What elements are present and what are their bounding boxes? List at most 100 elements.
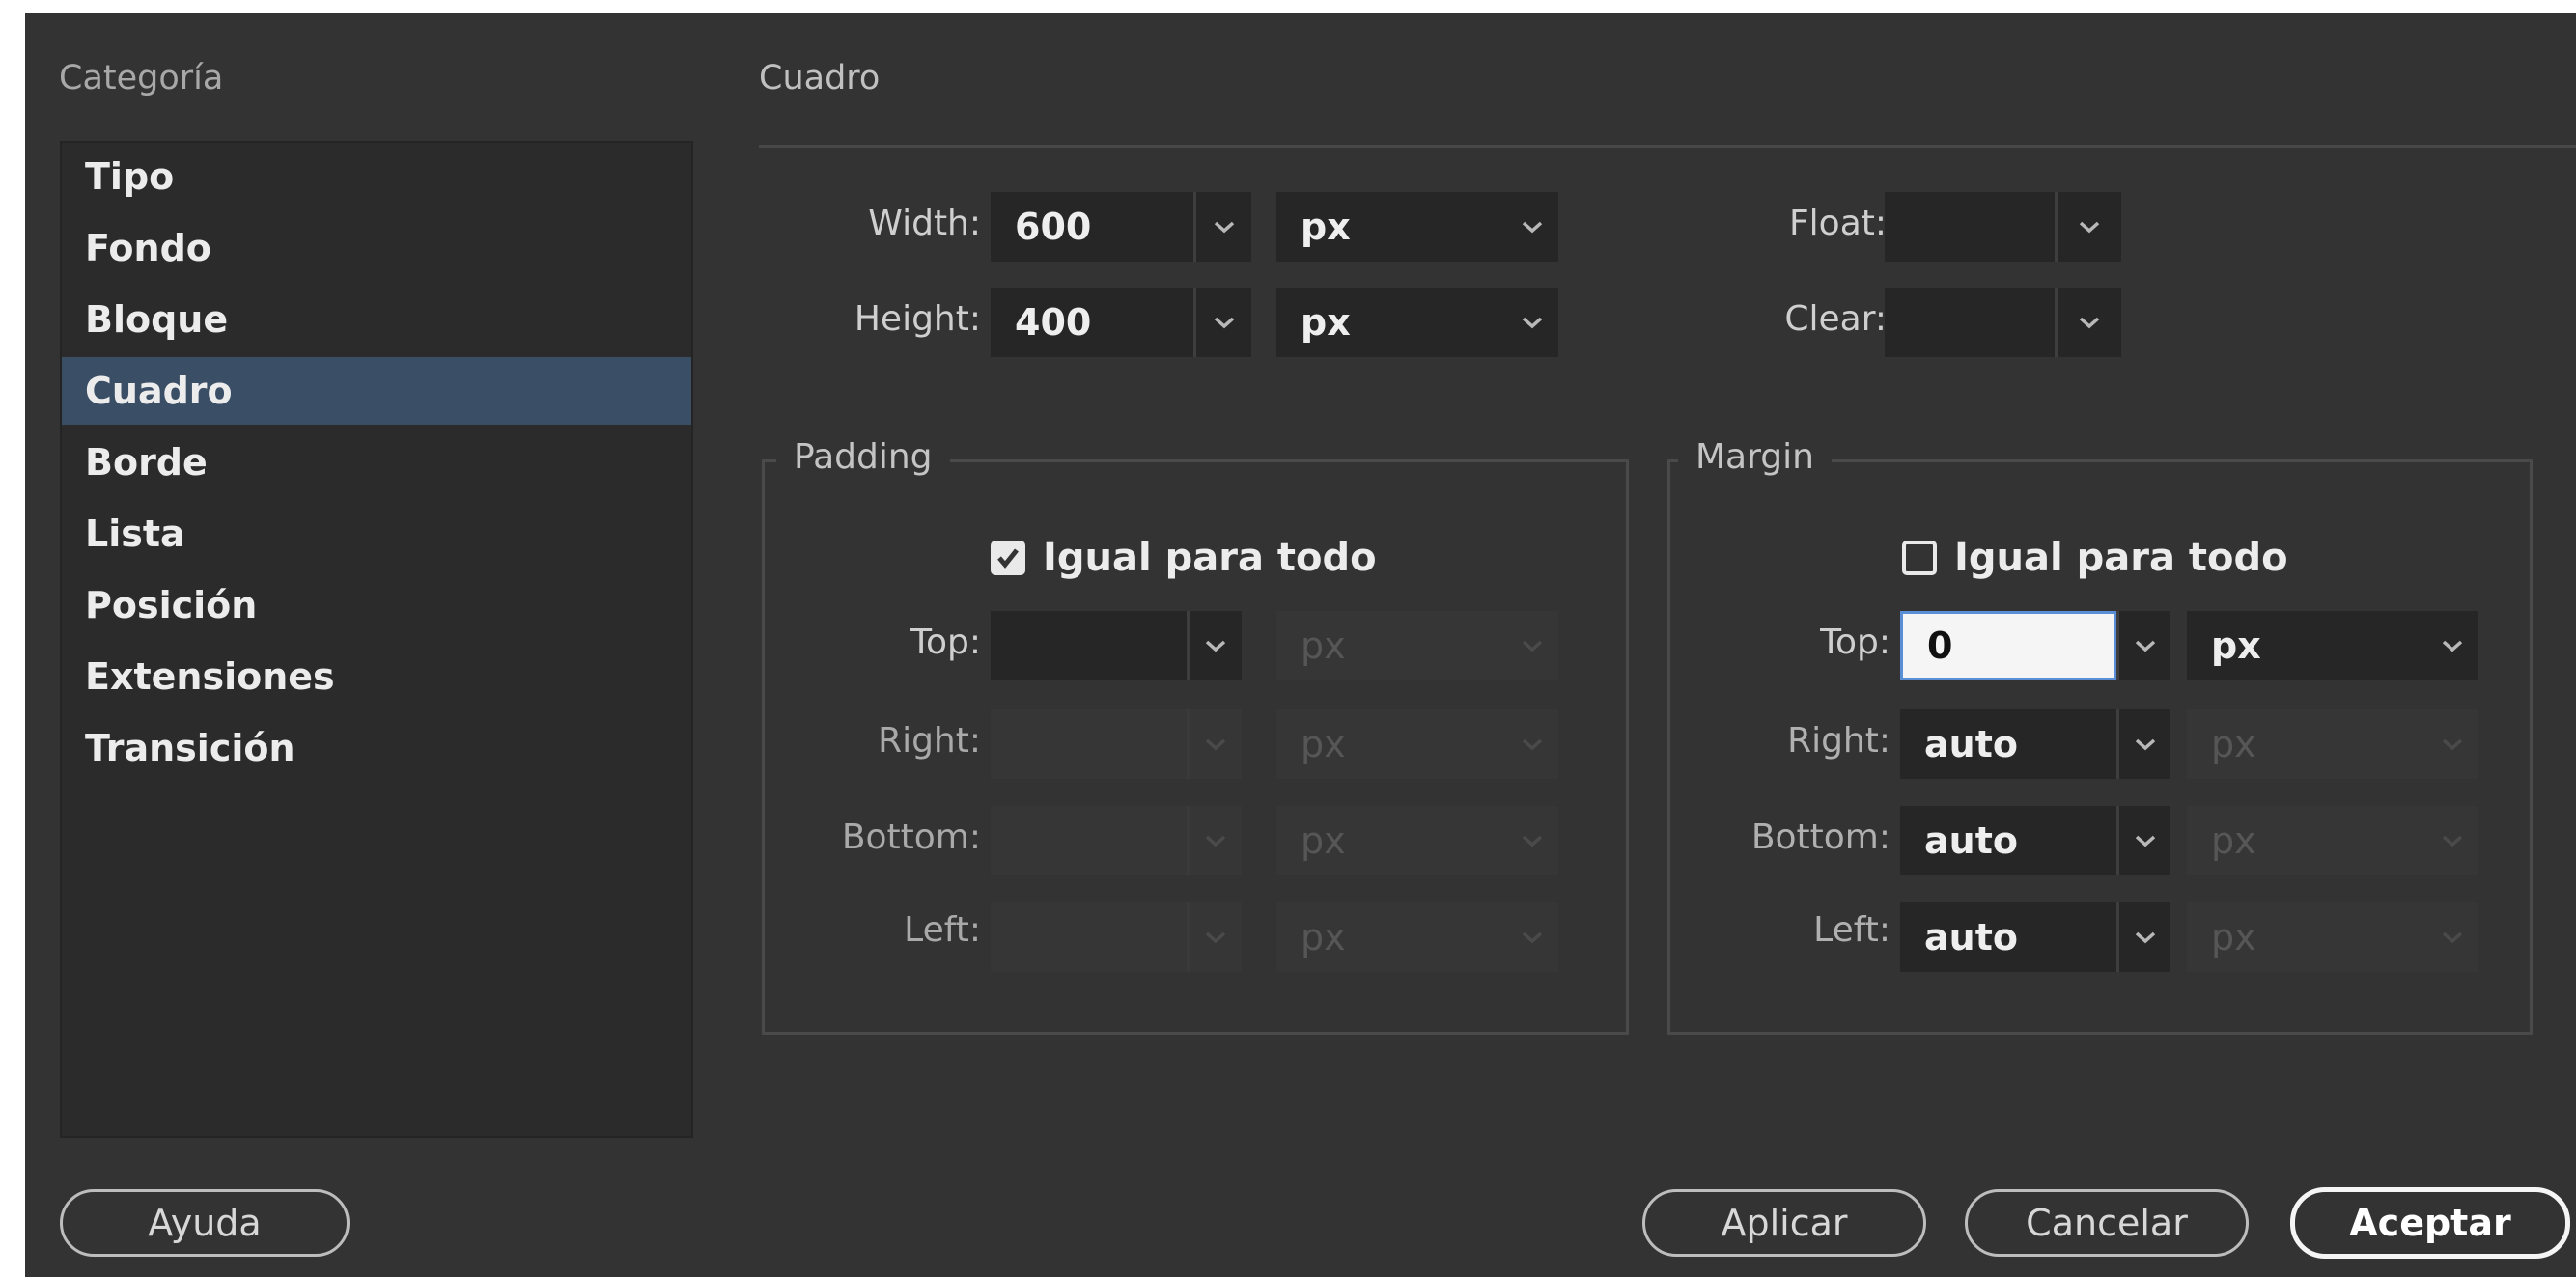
margin-left-label: Left: [1813, 910, 1890, 950]
padding-right-label: Right: [878, 721, 981, 761]
help-button[interactable]: Ayuda [60, 1189, 350, 1257]
padding-left-unit-value: px [1276, 902, 1505, 972]
padding-legend: Padding [776, 437, 950, 477]
width-combo[interactable]: 600 [991, 192, 1251, 262]
margin-bottom-combo[interactable]: auto [1900, 806, 2170, 875]
chevron-down-icon [2425, 806, 2478, 875]
margin-legend: Margin [1678, 437, 1832, 477]
category-item-posicion[interactable]: Posición [62, 571, 691, 639]
chevron-down-icon[interactable] [2058, 192, 2121, 262]
padding-top-unit-select: px [1276, 611, 1558, 680]
padding-top-unit-value: px [1276, 611, 1505, 680]
margin-top-combo[interactable]: 0 [1900, 611, 2170, 680]
width-label: Width: [868, 204, 981, 243]
margin-top-input[interactable]: 0 [1900, 611, 2116, 680]
margin-left-unit-select: px [2187, 902, 2478, 972]
category-title: Categoría [59, 59, 224, 97]
margin-same-for-all-checkbox[interactable]: Igual para todo [1902, 536, 2288, 580]
padding-right-unit-select: px [1276, 709, 1558, 779]
category-item-fondo[interactable]: Fondo [62, 214, 691, 282]
category-item-extensiones[interactable]: Extensiones [62, 643, 691, 710]
padding-same-for-all-checkbox[interactable]: Igual para todo [991, 536, 1377, 580]
margin-right-label: Right: [1787, 721, 1890, 761]
margin-right-unit-select: px [2187, 709, 2478, 779]
float-select[interactable] [1885, 192, 2121, 262]
chevron-down-icon [1190, 709, 1242, 779]
chevron-down-icon[interactable] [1196, 192, 1251, 262]
category-item-transicion[interactable]: Transición [62, 714, 691, 782]
margin-left-unit-value: px [2187, 902, 2425, 972]
padding-left-unit-select: px [1276, 902, 1558, 972]
margin-bottom-label: Bottom: [1750, 818, 1890, 857]
cancel-button[interactable]: Cancelar [1965, 1189, 2249, 1257]
category-item-bloque[interactable]: Bloque [62, 286, 691, 353]
margin-right-value[interactable]: auto [1900, 709, 2116, 779]
padding-top-label: Top: [910, 623, 981, 662]
margin-left-combo[interactable]: auto [1900, 902, 2170, 972]
width-unit-select[interactable]: px [1276, 192, 1558, 262]
margin-left-value[interactable]: auto [1900, 902, 2116, 972]
padding-bottom-unit-value: px [1276, 806, 1505, 875]
padding-left-value [991, 902, 1187, 972]
section-divider [759, 145, 2576, 148]
chevron-down-icon [1505, 709, 1558, 779]
chevron-down-icon [1505, 806, 1558, 875]
chevron-down-icon[interactable] [2119, 806, 2170, 875]
chevron-down-icon[interactable] [2119, 902, 2170, 972]
padding-bottom-label: Bottom: [841, 818, 981, 857]
padding-right-value [991, 709, 1187, 779]
category-item-cuadro[interactable]: Cuadro [62, 357, 691, 425]
padding-top-value[interactable] [991, 611, 1187, 680]
checkbox-unchecked-icon[interactable] [1902, 541, 1937, 575]
chevron-down-icon[interactable] [1190, 611, 1242, 680]
margin-bottom-unit-select: px [2187, 806, 2478, 875]
margin-right-combo[interactable]: auto [1900, 709, 2170, 779]
section-title: Cuadro [759, 59, 881, 97]
margin-top-unit-value[interactable]: px [2187, 611, 2425, 680]
chevron-down-icon[interactable] [2119, 709, 2170, 779]
category-item-borde[interactable]: Borde [62, 429, 691, 496]
css-rule-definition-dialog: Categoría Cuadro Tipo Fondo Bloque Cuadr… [25, 13, 2576, 1277]
checkbox-checked-icon[interactable] [991, 541, 1025, 575]
padding-bottom-value [991, 806, 1187, 875]
chevron-down-icon [1190, 902, 1242, 972]
chevron-down-icon [1505, 902, 1558, 972]
clear-value[interactable] [1885, 288, 2055, 357]
margin-right-unit-value: px [2187, 709, 2425, 779]
padding-bottom-unit-select: px [1276, 806, 1558, 875]
margin-top-label: Top: [1820, 623, 1890, 662]
chevron-down-icon[interactable] [2058, 288, 2121, 357]
category-item-tipo[interactable]: Tipo [62, 143, 691, 210]
chevron-down-icon [2425, 902, 2478, 972]
chevron-down-icon[interactable] [2119, 611, 2170, 680]
height-label: Height: [854, 299, 981, 339]
height-unit-value[interactable]: px [1276, 288, 1505, 357]
clear-select[interactable] [1885, 288, 2121, 357]
padding-same-for-all-label: Igual para todo [1043, 536, 1377, 580]
category-list: Tipo Fondo Bloque Cuadro Borde Lista Pos… [60, 141, 693, 1138]
clear-label: Clear: [1784, 299, 1887, 339]
chevron-down-icon[interactable] [2425, 611, 2478, 680]
width-unit-value[interactable]: px [1276, 192, 1505, 262]
margin-top-unit-select[interactable]: px [2187, 611, 2478, 680]
padding-right-unit-value: px [1276, 709, 1505, 779]
chevron-down-icon[interactable] [1505, 288, 1558, 357]
margin-same-for-all-label: Igual para todo [1954, 536, 2288, 580]
padding-left-label: Left: [904, 910, 981, 950]
height-value[interactable]: 400 [991, 288, 1193, 357]
width-value[interactable]: 600 [991, 192, 1193, 262]
margin-bottom-unit-value: px [2187, 806, 2425, 875]
category-item-lista[interactable]: Lista [62, 500, 691, 568]
chevron-down-icon [1190, 806, 1242, 875]
float-value[interactable] [1885, 192, 2055, 262]
margin-bottom-value[interactable]: auto [1900, 806, 2116, 875]
height-combo[interactable]: 400 [991, 288, 1251, 357]
ok-button[interactable]: Aceptar [2290, 1187, 2570, 1259]
apply-button[interactable]: Aplicar [1642, 1189, 1926, 1257]
chevron-down-icon[interactable] [1196, 288, 1251, 357]
padding-bottom-combo [991, 806, 1242, 875]
chevron-down-icon [1505, 611, 1558, 680]
padding-top-combo[interactable] [991, 611, 1242, 680]
height-unit-select[interactable]: px [1276, 288, 1558, 357]
chevron-down-icon[interactable] [1505, 192, 1558, 262]
